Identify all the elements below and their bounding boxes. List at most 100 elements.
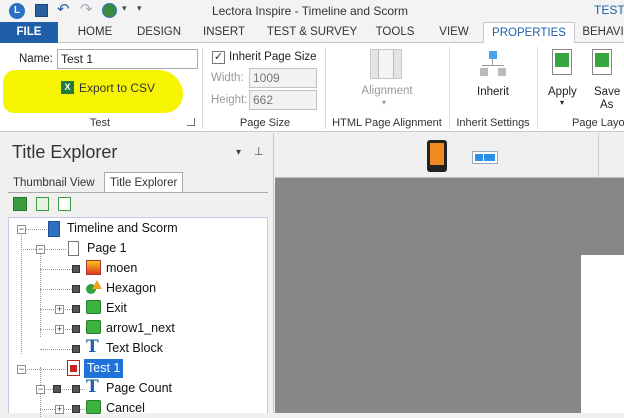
button-icon [86,300,101,314]
globe-icon[interactable] [102,3,117,18]
save-as-layout-icon[interactable] [590,49,618,79]
tree-node-exit[interactable]: Exit [106,299,127,318]
add-section-icon[interactable] [36,197,49,211]
export-to-csv-label: Export to CSV [79,81,156,95]
tree-leaf-marker [72,285,80,293]
group-label-page-size: Page Size [239,117,291,129]
group-dialog-launcher-icon[interactable] [187,118,195,126]
image-icon [86,260,101,275]
tab-design[interactable]: DESIGN [129,22,189,43]
add-chapter-icon[interactable] [13,197,27,211]
save-as-label-line2[interactable]: As [600,99,613,111]
tree-expand-toggle[interactable]: + [55,325,64,334]
device-orientation-toggle[interactable] [472,151,498,164]
alignment-dropdown-icon: ▾ [382,98,387,107]
width-field: 1009 [249,68,317,88]
tree-leaf-marker [53,385,61,393]
tab-insert[interactable]: INSERT [196,22,252,43]
title-tree: − Timeline and Scorm − Page 1 moen Hexag… [8,217,268,417]
tree-leaf-marker [72,345,80,353]
shape-icon [86,280,102,296]
quick-access-dropdown-icon[interactable]: ▾ [122,3,127,14]
separator [537,47,538,129]
phone-preview-icon[interactable] [427,140,447,172]
tree-collapse-toggle[interactable]: − [36,385,45,394]
inherit-button-label[interactable]: Inherit [474,86,512,98]
toolbar-divider [598,133,599,178]
tree-collapse-toggle[interactable]: − [17,365,26,374]
tab-behavior[interactable]: BEHAVI [582,22,624,43]
button-icon [86,400,101,414]
tab-view[interactable]: VIEW [431,22,477,43]
save-icon[interactable] [35,4,48,17]
tree-node-arrow1-next[interactable]: arrow1_next [106,319,175,338]
add-page-icon[interactable] [58,197,71,211]
tab-underline [8,192,268,193]
height-field: 662 [249,90,317,110]
work-area [275,133,624,413]
tree-collapse-toggle[interactable]: − [17,225,26,234]
tree-node-text-block[interactable]: Text Block [106,339,163,358]
tab-title-explorer[interactable]: Title Explorer [104,172,184,193]
tree-node-cancel[interactable]: Cancel [106,399,145,418]
tree-leaf-marker [72,325,80,333]
inherit-icon[interactable] [480,51,506,79]
canvas-area [275,179,624,413]
group-label-inherit-settings: Inherit Settings [456,117,530,129]
alignment-icon [370,49,402,79]
tree-node-title[interactable]: Timeline and Scorm [67,219,178,238]
title-explorer-panel: Title Explorer ▾ ⊥ Thumbnail View Title … [0,133,274,417]
button-icon [86,320,101,334]
name-label: Name: [19,53,53,65]
undo-icon[interactable]: ↶ [57,2,73,18]
tree-node-moen[interactable]: moen [106,259,137,278]
group-label-page-layout: Page Layo [572,117,624,129]
name-field[interactable]: Test 1 [57,49,198,69]
tree-leaf-marker [72,265,80,273]
tree-expand-toggle[interactable]: + [55,305,64,314]
apply-label[interactable]: Apply [548,86,577,98]
tree-node-page-count[interactable]: Page Count [106,379,172,398]
tree-node-test-1[interactable]: Test 1 [84,359,124,378]
tab-home[interactable]: HOME [66,22,124,43]
apply-dropdown-icon[interactable]: ▾ [560,98,564,107]
height-label: Height: [211,94,248,106]
group-label-html-alignment: HTML Page Alignment [332,117,442,129]
lectora-logo-icon: L [9,3,25,19]
separator [202,47,203,129]
window-title: Lectora Inspire - Timeline and Scorm [211,4,409,18]
tab-file[interactable]: FILE [0,22,58,43]
width-label: Width: [211,72,244,84]
pin-icon[interactable]: ⊥ [254,145,264,158]
apply-layout-icon[interactable] [549,49,577,79]
group-label-test: Test [89,117,111,129]
save-as-label-line1[interactable]: Save [594,86,620,98]
tree-node-page-1[interactable]: Page 1 [87,239,127,258]
separator [325,47,326,129]
text-block-icon: T [86,337,99,357]
tree-collapse-toggle[interactable]: − [36,245,45,254]
alignment-label: Alignment [361,85,413,97]
tab-tools[interactable]: TOOLS [367,22,423,43]
tab-test-survey[interactable]: TEST & SURVEY [262,22,362,43]
tab-properties[interactable]: PROPERTIES [483,22,575,44]
test-icon [67,360,80,376]
panel-dropdown-icon[interactable]: ▾ [236,147,241,158]
book-icon [48,221,60,237]
excel-icon: X [61,81,74,94]
title-bar: L ↶ ↷ ▾ ▾ Lectora Inspire - Timeline and… [0,0,624,22]
tree-leaf-marker [72,385,80,393]
explorer-title: Title Explorer [12,142,118,162]
ribbon-tab-bar: FILE HOME DESIGN INSERT TEST & SURVEY TO… [0,22,624,44]
page-canvas[interactable] [581,255,624,413]
device-toolbar [275,133,624,178]
text-block-icon: T [86,377,99,397]
user-label[interactable]: TEST [594,3,624,17]
redo-icon[interactable]: ↷ [80,2,96,18]
customize-qat-icon[interactable]: ▾ [137,3,142,14]
ribbon-properties-panel: Name: Test 1 X Export to CSV Test ✓ Inhe… [0,43,624,132]
tab-thumbnail-view[interactable]: Thumbnail View [13,177,95,189]
inherit-page-size-checkbox[interactable]: ✓ [212,51,225,64]
tree-node-hexagon[interactable]: Hexagon [106,279,156,298]
tree-leaf-marker [72,305,80,313]
